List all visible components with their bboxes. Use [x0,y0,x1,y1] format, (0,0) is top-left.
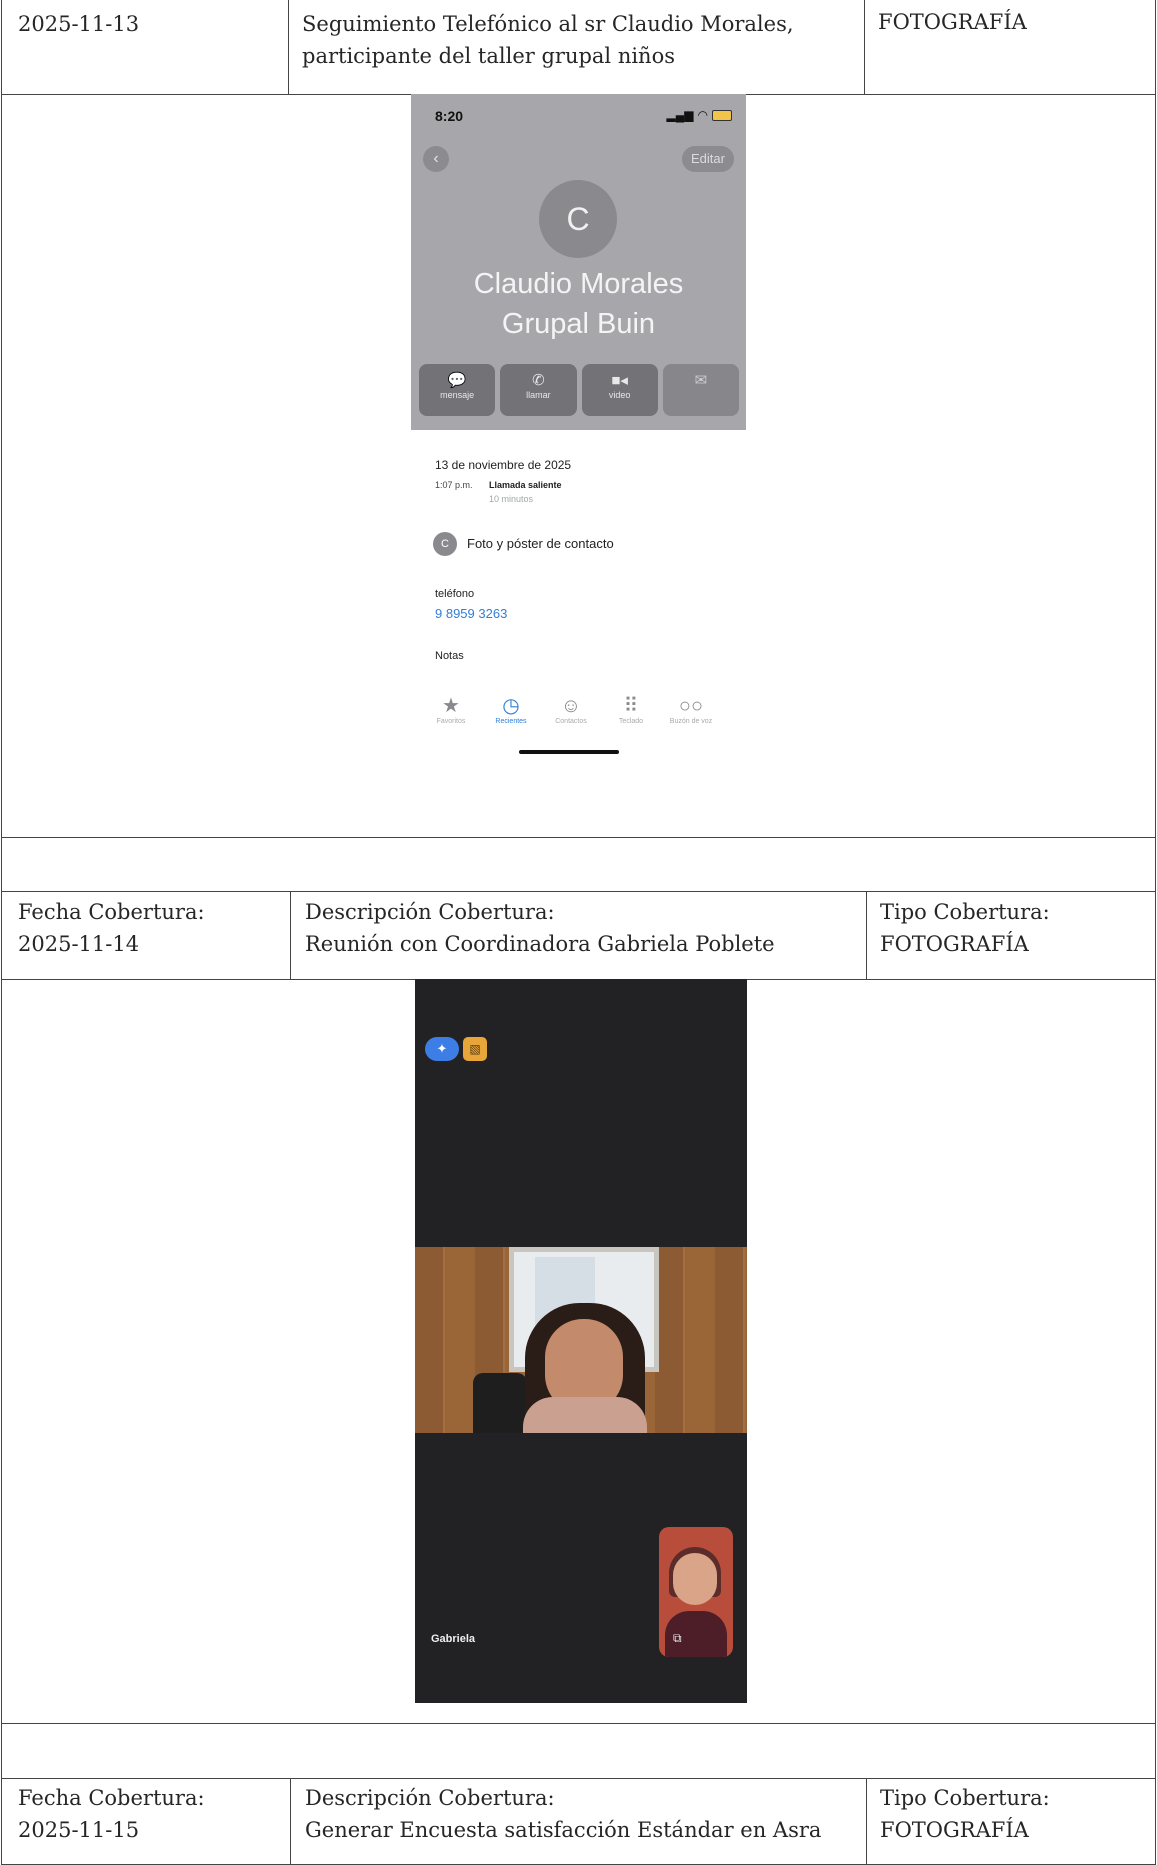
coverage-description-label: Descripción Cobertura: [305,1786,555,1810]
star-icon: ★ [442,695,460,717]
signal-icon: ▂▄▆ [666,108,694,122]
contact-screenshot: 8:20 ▂▄▆ ◠ ‹ Editar C Claudio Morales Gr… [411,94,746,816]
call-type: Llamada saliente [489,480,562,490]
battery-icon [712,109,732,121]
mail-icon: ✉ [694,372,708,389]
notes-label[interactable]: Notas [435,650,464,662]
coverage-date: 2025-11-13 [18,12,140,36]
participant-body [523,1397,647,1433]
chevron-left-icon: ‹ [433,150,439,167]
coverage-type: FOTOGRAFÍA [880,932,1029,956]
self-view[interactable]: ⧉ [659,1527,733,1657]
column-divider [290,1778,291,1865]
contact-details: 13 de noviembre de 2025 1:07 p.m. Llamad… [411,430,746,816]
tab-recents[interactable]: ◷ Recientes [481,694,541,725]
tab-bar: ★ Favoritos ◷ Recientes ☺ Contactos ⠿ Teclad… [421,694,721,725]
tab-favorites[interactable]: ★ Favoritos [421,694,481,725]
self-face [673,1553,717,1605]
coverage-description-line2: participante del taller grupal niños [302,44,676,68]
status-icons: ▂▄▆ ◠ [667,108,732,122]
keypad-icon: ⠿ [623,695,639,717]
callee-name: Gabriela [431,1633,476,1645]
coverage-date-label: Fecha Cobertura: [18,1786,205,1810]
camera-off-button[interactable]: ▧ [463,1037,487,1061]
call-duration: 10 minutos [489,494,534,504]
call-date: 13 de noviembre de 2025 [435,458,572,472]
contact-group: Grupal Buin [501,308,656,340]
contact-avatar: C [539,180,617,258]
edit-button[interactable]: Editar [682,146,734,172]
coverage-description-label: Descripción Cobertura: [305,900,555,924]
camera-off-icon: ▧ [469,1042,481,1056]
coverage-description: Generar Encuesta satisfacción Estándar e… [305,1818,822,1842]
message-button[interactable]: 💬 mensaje [419,364,496,416]
person-icon: ☺ [560,695,582,717]
expand-icon: ⧉ [673,1631,682,1645]
home-indicator [519,750,619,754]
tab-voicemail[interactable]: ○○ Buzón de voz [661,694,721,725]
contact-actions: 💬 mensaje ✆ llamar ■◂ video ✉ [419,364,739,416]
video-call-screenshot: ✦ ▧ ⧉ Gabriela [415,979,747,1703]
contact-photo-link[interactable]: Foto y póster de contacto [467,536,614,551]
row-divider [1,1723,1156,1724]
row-divider [1,891,1156,892]
column-divider [866,1778,867,1865]
phone-icon: ✆ [532,372,545,389]
status-time: 8:20 [435,108,464,124]
coverage-date: 2025-11-15 [18,1818,140,1842]
coverage-date-label: Fecha Cobertura: [18,900,205,924]
coverage-type: FOTOGRAFÍA [878,10,1027,34]
sparkle-icon: ✦ [436,1041,448,1056]
contact-photo-avatar: C [433,532,457,556]
coverage-description-line1: Seguimiento Telefónico al sr Claudio Mor… [302,12,794,36]
video-icon: ■◂ [611,372,628,389]
table-border-right [1155,0,1156,1865]
chair [473,1373,527,1433]
back-button[interactable]: ‹ [423,146,449,172]
coverage-type: FOTOGRAFÍA [880,1818,1029,1842]
wifi-icon: ◠ [697,108,708,122]
call-time: 1:07 p.m. [435,480,473,490]
phone-number[interactable]: 9 8959 3263 [435,606,507,621]
message-icon: 💬 [447,372,467,389]
tab-keypad[interactable]: ⠿ Teclado [601,694,661,725]
mail-button[interactable]: ✉ [662,364,739,416]
contact-name: Claudio Morales [473,268,684,300]
column-divider [866,891,867,979]
row-divider [1,837,1156,838]
tab-contacts[interactable]: ☺ Contactos [541,694,601,725]
coverage-type-label: Tipo Cobertura: [880,1786,1050,1810]
column-divider [864,0,865,94]
column-divider [288,0,289,94]
contact-header: 8:20 ▂▄▆ ◠ ‹ Editar C Claudio Morales Gr… [411,94,746,430]
remote-video [415,1247,747,1433]
video-button[interactable]: ■◂ video [581,364,658,416]
coverage-date: 2025-11-14 [18,932,140,956]
coverage-description: Reunión con Coordinadora Gabriela Poblet… [305,932,775,956]
sparkle-button[interactable]: ✦ [425,1037,459,1061]
column-divider [290,891,291,979]
row-divider [1,1778,1156,1779]
call-button[interactable]: ✆ llamar [500,364,577,416]
voicemail-icon: ○○ [678,695,704,717]
table-border-left [1,0,2,1865]
clock-icon: ◷ [502,695,520,717]
phone-label: teléfono [435,588,475,600]
coverage-type-label: Tipo Cobertura: [880,900,1050,924]
